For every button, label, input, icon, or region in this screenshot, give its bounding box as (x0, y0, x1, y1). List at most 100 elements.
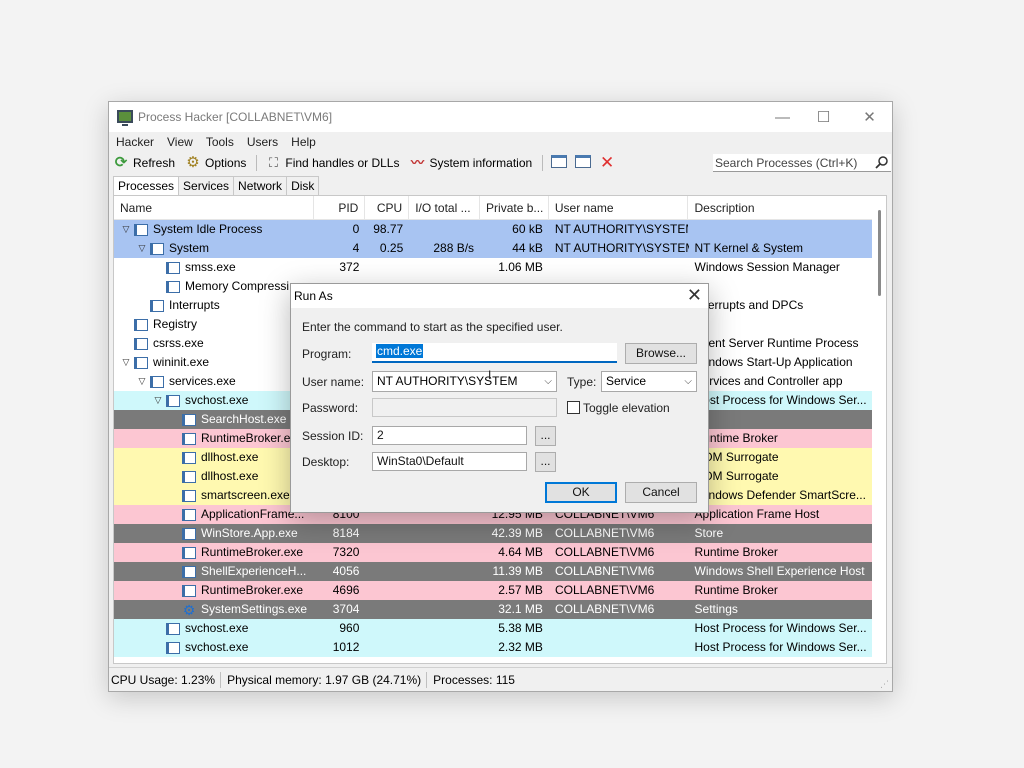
chevron-down-icon[interactable]: ▽ (118, 220, 134, 239)
tab-processes[interactable]: Processes (113, 176, 180, 196)
process-name: wininit.exe (153, 355, 210, 369)
tab-services[interactable]: Services (178, 176, 235, 195)
process-private-bytes: 4.64 MB (498, 545, 543, 559)
vertical-scrollbar[interactable] (872, 196, 886, 663)
process-private-bytes: 44 kB (512, 241, 543, 255)
column-name[interactable]: Name (114, 196, 315, 220)
dialog-close-icon[interactable]: ✕ (687, 285, 702, 306)
program-input[interactable]: cmd.exe (372, 343, 617, 363)
process-window-icon (182, 584, 196, 597)
process-cpu (365, 258, 409, 277)
table-row[interactable]: ▽ System 4 0.25 288 B/s 44 kB NT AUTHORITY\SYS… (114, 239, 872, 258)
desktop-input[interactable]: WinSta0\Default (372, 452, 527, 471)
gear-icon: ⚙ (186, 154, 200, 171)
table-row[interactable]: ▽ System Idle Process 0 98.77 60 kB NT AUTHOR… (114, 220, 872, 239)
window-target-icon[interactable] (575, 155, 592, 171)
tab-disk[interactable]: Disk (286, 176, 320, 195)
column-description[interactable]: Description (688, 196, 872, 220)
column-pid[interactable]: PID (314, 196, 366, 220)
desktop-picker-button[interactable]: ... (535, 452, 556, 472)
process-io-total (409, 600, 480, 619)
process-name-cell: svchost.exe (114, 638, 315, 657)
table-row[interactable]: smss.exe 372 1.06 MB Windows Session Manage… (114, 258, 872, 277)
system-information-button[interactable]: 〰 System information (409, 155, 532, 171)
menu-view[interactable]: View (167, 135, 193, 149)
process-user-name: COLLABNET\VM6 (554, 583, 655, 597)
chevron-down-icon[interactable]: ▽ (118, 353, 134, 372)
chevron-down-icon: ⌵ (544, 376, 552, 387)
session-id-picker-button[interactable]: ... (535, 426, 556, 446)
process-window-icon (182, 489, 196, 502)
process-pid: 1012 (332, 640, 360, 654)
process-description: Host Process for Windows Ser... (694, 393, 867, 407)
settings-gear-icon: ⚙ (182, 601, 196, 618)
process-pid: 8184 (332, 526, 360, 540)
session-id-input[interactable]: 2 (372, 426, 527, 445)
binoculars-icon: ⛶ (268, 155, 278, 170)
tab-network[interactable]: Network (233, 176, 288, 195)
process-name: smartscreen.exe (201, 488, 290, 502)
session-id-value: 2 (377, 428, 384, 442)
find-handles-button[interactable]: ⛶ Find handles or DLLs (265, 155, 400, 171)
minimize-button[interactable]: — (760, 102, 805, 132)
table-row[interactable]: RuntimeBroker.exe 7320 4.64 MB COLLABNET\VM… (114, 543, 872, 562)
type-label: Type: (567, 375, 597, 389)
process-cpu (365, 619, 409, 638)
process-window-icon (166, 261, 180, 274)
process-name: RuntimeBroker.exe (201, 545, 304, 559)
table-row[interactable]: WinStore.App.exe 8184 42.39 MB COLLABNET\VM… (114, 524, 872, 543)
refresh-button[interactable]: ⟳ Refresh (113, 155, 175, 171)
options-label: Options (205, 156, 247, 170)
scrollbar-thumb[interactable] (878, 210, 881, 296)
table-row[interactable]: ⚙ SystemSettings.exe 3704 32.1 MB COLLABNET\… (114, 600, 872, 619)
menu-help[interactable]: Help (291, 135, 316, 149)
options-button[interactable]: ⚙ Options (185, 155, 246, 171)
column-io-total[interactable]: I/O total ... (409, 196, 481, 220)
process-name: dllhost.exe (201, 469, 259, 483)
status-cpu-usage: CPU Usage: 1.23% (109, 671, 222, 688)
type-value: Service (606, 374, 647, 388)
process-window-icon (134, 337, 148, 350)
process-name: smss.exe (185, 260, 236, 274)
process-description (689, 410, 872, 429)
type-combobox[interactable]: Service ⌵ (601, 371, 697, 392)
table-row[interactable]: ShellExperienceH... 4056 11.39 MB COLLABNET… (114, 562, 872, 581)
search-icon[interactable] (875, 155, 889, 169)
column-private-bytes[interactable]: Private b... (480, 196, 549, 220)
table-row[interactable]: RuntimeBroker.exe 4696 2.57 MB COLLABNET\VM… (114, 581, 872, 600)
terminate-icon[interactable]: ✕ (599, 154, 615, 171)
chevron-down-icon[interactable]: ▽ (134, 372, 150, 391)
column-cpu[interactable]: CPU (365, 196, 410, 220)
close-button[interactable]: ✕ (847, 102, 892, 132)
process-window-icon (134, 356, 148, 369)
menu-users[interactable]: Users (247, 135, 278, 149)
resize-grip-icon[interactable]: ⋰ (880, 679, 890, 689)
column-user-name[interactable]: User name (549, 196, 689, 220)
status-bar: CPU Usage: 1.23% Physical memory: 1.97 G… (109, 667, 892, 691)
chevron-down-icon[interactable]: ▽ (150, 391, 166, 410)
chevron-down-icon[interactable]: ▽ (134, 239, 150, 258)
toggle-elevation-label[interactable]: Toggle elevation (583, 401, 670, 415)
title-bar[interactable]: Process Hacker [COLLABNET\VM6] — ☐ ✕ (109, 102, 892, 132)
password-input[interactable] (372, 398, 557, 417)
menu-tools[interactable]: Tools (206, 135, 234, 149)
process-name-cell: Interrupts (114, 296, 314, 315)
username-value: NT AUTHORITY\SYSTEM (377, 374, 518, 388)
table-row[interactable]: svchost.exe 1012 2.32 MB Host Process for W… (114, 638, 872, 657)
search-input[interactable]: Search Processes (Ctrl+K) (713, 154, 891, 172)
cancel-button[interactable]: Cancel (625, 482, 697, 503)
maximize-button[interactable]: ☐ (801, 102, 846, 132)
program-value: cmd.exe (376, 344, 424, 358)
ok-button[interactable]: OK (545, 482, 617, 503)
dialog-title-bar[interactable]: Run As ✕ (291, 284, 708, 308)
window-icon[interactable] (551, 155, 568, 171)
process-user-name: COLLABNET\VM6 (554, 564, 655, 578)
username-combobox[interactable]: NT AUTHORITY\SYSTEM ⌵ (372, 371, 557, 392)
table-row[interactable]: svchost.exe 960 5.38 MB Host Process for Wi… (114, 619, 872, 638)
toggle-elevation-checkbox[interactable] (567, 401, 580, 414)
program-label: Program: (302, 347, 352, 361)
process-name-cell: RuntimeBroker.exe (114, 581, 315, 600)
browse-button[interactable]: Browse... (625, 343, 697, 364)
menu-hacker[interactable]: Hacker (116, 135, 154, 149)
process-window-icon (182, 527, 196, 540)
